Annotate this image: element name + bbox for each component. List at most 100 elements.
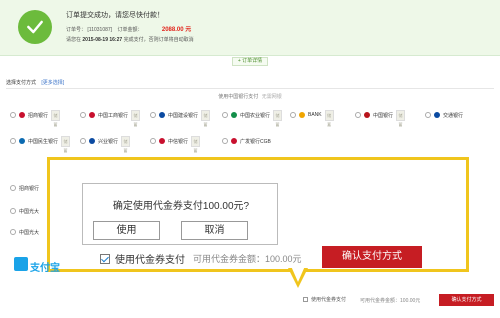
- use-voucher-checkbox[interactable]: [100, 253, 110, 264]
- bank-radio[interactable]: [80, 112, 86, 118]
- bottom-voucher-checkbox[interactable]: [303, 297, 308, 302]
- bank-radio[interactable]: [10, 138, 16, 144]
- bank-logo-icon: [231, 112, 237, 118]
- bank-radio[interactable]: [425, 112, 431, 118]
- available-voucher-amount: 可用代金券金额：100.00元: [193, 254, 302, 264]
- bottom-confirm-button[interactable]: 确认支付方式: [439, 294, 494, 306]
- order-amount-label: 订单金额：: [117, 27, 143, 33]
- savings-tag: 储蓄: [61, 135, 71, 153]
- payment-deadline: 请您在 2015-08-19 16:27 完成支付，否则订单将自动取消: [66, 36, 194, 43]
- order-summary: 订单号： [11031087] 订单金额： 2088.00 元: [66, 24, 191, 33]
- bank-name: 中国农业银行: [240, 112, 271, 119]
- bank-name: 广发银行CGB: [240, 138, 271, 145]
- bank-name: 招商银行: [28, 112, 49, 119]
- bottom-available-amount: 可用代金券金额：100.00元: [360, 298, 421, 304]
- success-message: 订单提交成功，请您尽快付款！: [66, 12, 164, 19]
- savings-tag: 储蓄: [324, 109, 334, 127]
- bank-radio[interactable]: [10, 208, 16, 214]
- bank-option[interactable]: BANK 储蓄: [290, 104, 334, 127]
- bank-option[interactable]: 中国农业银行 储蓄: [222, 104, 283, 127]
- bank-logo-icon: [19, 112, 25, 118]
- dialog-question: 确定使用代金券支付100.00元?: [112, 201, 250, 212]
- savings-tag: 储蓄: [131, 109, 141, 127]
- savings-tag: 储蓄: [191, 135, 201, 153]
- bank-name: 中国光大: [19, 208, 40, 215]
- bank-logo-icon: [434, 112, 440, 118]
- bank-name: 中信银行: [168, 138, 189, 145]
- bank-name: 中国工商银行: [98, 112, 129, 119]
- payment-method-heading: 选择支付方式 [更多选择]: [6, 79, 64, 86]
- bank-name: 中国建设银行: [168, 112, 199, 119]
- deadline-suffix: 完成支付，否则订单将自动取消: [123, 37, 194, 43]
- bank-logo-icon: [89, 112, 95, 118]
- order-number: [11031087]: [87, 27, 113, 33]
- bank-radio[interactable]: [355, 112, 361, 118]
- alipay-label[interactable]: 支付宝: [30, 259, 60, 274]
- bank-radio[interactable]: [222, 112, 228, 118]
- voucher-confirm-dialog: 确定使用代金券支付100.00元? 使用 取消: [82, 183, 278, 245]
- bank-radio[interactable]: [80, 138, 86, 144]
- bank-option[interactable]: 招商银行 储蓄: [10, 104, 61, 127]
- bank-logo-icon: [364, 112, 370, 118]
- bank-row-1: 招商银行 储蓄 中国工商银行 储蓄 中国建设银行 储蓄 中国农业银行 储蓄 BA…: [10, 104, 494, 127]
- bank-caption-text: 使用中国银行支付: [218, 94, 259, 100]
- alipay-icon[interactable]: [14, 257, 28, 271]
- bank-option[interactable]: 中国工商银行 储蓄: [80, 104, 141, 127]
- bank-option[interactable]: 中国银行 储蓄: [355, 104, 406, 127]
- savings-tag: 储蓄: [201, 109, 211, 127]
- bank-radio[interactable]: [10, 229, 16, 235]
- bank-logo-icon: [159, 138, 165, 144]
- savings-tag: 储蓄: [121, 135, 131, 153]
- bank-logo-icon: [159, 112, 165, 118]
- deadline-time: 2015-08-19 16:27: [82, 37, 123, 43]
- confirm-payment-button[interactable]: 确认支付方式: [322, 246, 422, 268]
- savings-tag: 储蓄: [51, 109, 61, 127]
- bank-option[interactable]: 广发银行CGB: [222, 130, 271, 152]
- ghost-bank-option[interactable]: 中国光大: [10, 225, 50, 239]
- bank-option[interactable]: 中国民生银行 储蓄: [10, 130, 71, 153]
- bottom-voucher-option[interactable]: 使用代金券支付: [303, 296, 346, 303]
- bank-option[interactable]: 中信银行 储蓄: [150, 130, 201, 153]
- bank-option[interactable]: 兴业银行 储蓄: [80, 130, 131, 153]
- use-voucher-label: 使用代金券支付: [115, 255, 185, 266]
- deadline-label: 请您在: [66, 37, 82, 43]
- bank-radio[interactable]: [290, 112, 296, 118]
- ghost-bank-option[interactable]: 中国光大: [10, 204, 50, 218]
- order-detail-link[interactable]: + 订单详情: [232, 57, 268, 66]
- bank-option[interactable]: 中国建设银行 储蓄: [150, 104, 211, 127]
- bank-radio[interactable]: [222, 138, 228, 144]
- more-methods-link[interactable]: [更多选择]: [41, 80, 64, 86]
- bank-caption: 使用中国银行支付 无需网银: [0, 93, 500, 100]
- section-divider: [6, 88, 494, 89]
- ghost-bank-option[interactable]: 招商银行: [10, 181, 50, 195]
- savings-tag: 储蓄: [396, 109, 406, 127]
- bank-radio[interactable]: [150, 112, 156, 118]
- bank-name: BANK: [308, 112, 322, 118]
- bottom-action-bar: [0, 292, 500, 318]
- bank-name: 中国民生银行: [28, 138, 59, 145]
- savings-tag: 储蓄: [273, 109, 283, 127]
- bank-radio[interactable]: [10, 185, 16, 191]
- success-check-icon: [18, 10, 52, 44]
- order-number-label: 订单号：: [66, 27, 87, 33]
- bank-logo-icon: [231, 138, 237, 144]
- callout-pointer-inner: [291, 266, 305, 282]
- bank-name: 交通银行: [443, 112, 464, 119]
- order-amount: 2088.00 元: [161, 27, 192, 33]
- bank-logo-icon: [89, 138, 95, 144]
- use-voucher-option[interactable]: 使用代金券支付: [100, 251, 185, 266]
- use-button[interactable]: 使用: [93, 221, 160, 240]
- bank-name: 中国光大: [19, 229, 40, 236]
- payment-method-title: 选择支付方式: [6, 80, 37, 86]
- bank-row-2: 中国民生银行 储蓄 兴业银行 储蓄 中信银行 储蓄 广发银行CGB: [10, 130, 494, 153]
- cancel-button[interactable]: 取消: [181, 221, 248, 240]
- order-success-banner: 订单提交成功，请您尽快付款！ 订单号： [11031087] 订单金额： 208…: [0, 0, 500, 56]
- bank-logo-icon: [19, 138, 25, 144]
- bank-option[interactable]: 交通银行: [425, 104, 463, 126]
- bank-name: 兴业银行: [98, 138, 119, 145]
- bank-radio[interactable]: [150, 138, 156, 144]
- bank-name: 招商银行: [19, 185, 40, 192]
- bank-name: 中国银行: [373, 112, 394, 119]
- bank-radio[interactable]: [10, 112, 16, 118]
- bank-caption-extra: 无需网银: [261, 94, 282, 100]
